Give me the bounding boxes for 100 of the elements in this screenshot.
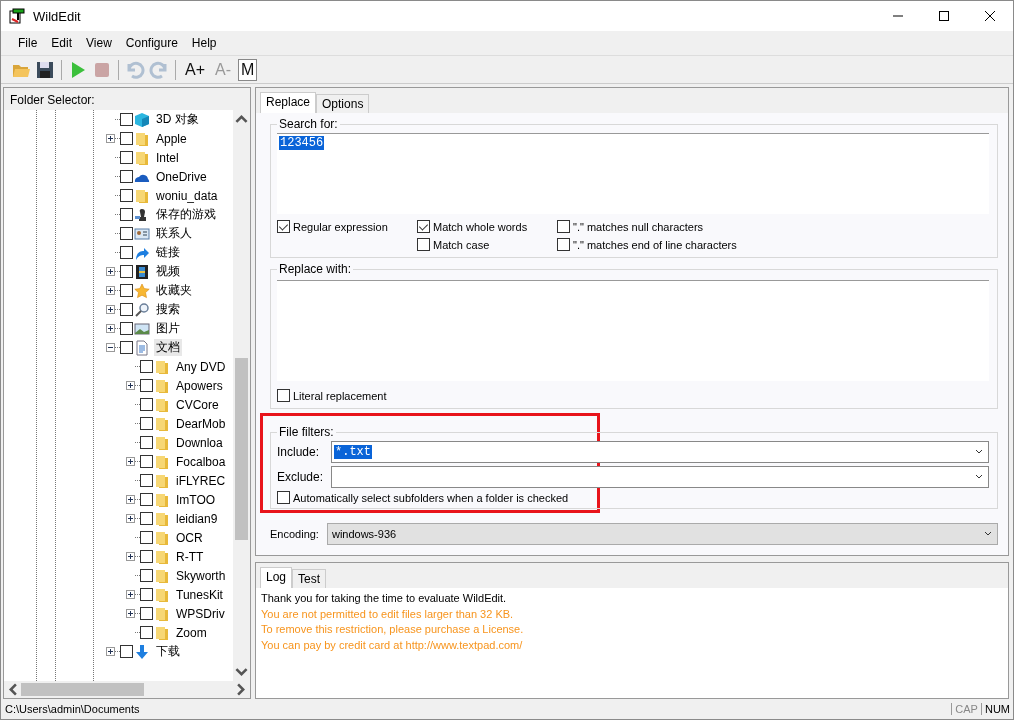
tree-item[interactable]: Skyworth: [174, 568, 228, 583]
tree-item[interactable]: 图片: [154, 320, 182, 337]
checkbox[interactable]: [120, 151, 133, 164]
tree-item[interactable]: 搜索: [154, 301, 182, 318]
expand-icon[interactable]: [126, 514, 135, 523]
tree-item[interactable]: 收藏夹: [154, 282, 194, 299]
expand-icon[interactable]: [126, 590, 135, 599]
tree-item[interactable]: DearMob: [174, 416, 228, 431]
expand-icon[interactable]: [126, 609, 135, 618]
menu-item[interactable]: Configure: [118, 36, 185, 50]
scrollbar-thumb[interactable]: [21, 683, 144, 696]
checkbox[interactable]: [140, 436, 153, 449]
expand-icon[interactable]: [106, 647, 115, 656]
menu-item[interactable]: Edit: [44, 36, 80, 50]
tree-item[interactable]: 保存的游戏: [154, 206, 218, 223]
tree-item[interactable]: 3D 对象: [154, 111, 201, 128]
tree-item[interactable]: R-TT: [174, 549, 206, 564]
checkbox[interactable]: [120, 113, 133, 126]
tree-item[interactable]: woniu_data: [154, 188, 220, 203]
maximize-icon[interactable]: [939, 11, 949, 21]
expand-icon[interactable]: [106, 305, 115, 314]
checkbox[interactable]: [120, 208, 133, 221]
checkbox[interactable]: [120, 322, 133, 335]
toolbar-button[interactable]: A+: [182, 58, 208, 81]
option-label: Automatically select subfolders when a folder is checked: [293, 491, 569, 504]
tree-item[interactable]: Downloa: [174, 435, 225, 450]
menu-item[interactable]: View: [79, 36, 119, 50]
checkbox[interactable]: [277, 389, 290, 402]
tree-item[interactable]: ImTOO: [174, 492, 218, 507]
checkbox[interactable]: [140, 417, 153, 430]
tree-item[interactable]: Focalboa: [174, 454, 228, 469]
tree-item[interactable]: iFLYREC: [174, 473, 228, 488]
checkbox[interactable]: [140, 569, 153, 582]
expand-icon[interactable]: [126, 457, 135, 466]
replace-field[interactable]: [277, 280, 989, 381]
tree-item[interactable]: OneDrive: [154, 169, 209, 184]
tab[interactable]: Log: [260, 567, 293, 588]
include-combo[interactable]: *.txt: [331, 441, 989, 463]
tree-item[interactable]: Apowers: [174, 378, 225, 393]
close-icon[interactable]: [985, 11, 995, 21]
expand-icon[interactable]: [106, 134, 115, 143]
checkbox[interactable]: [120, 132, 133, 145]
checkbox[interactable]: [277, 491, 290, 504]
checkbox[interactable]: [277, 220, 290, 233]
tree-item[interactable]: 链接: [154, 244, 182, 261]
checkbox[interactable]: [120, 170, 133, 183]
checkbox[interactable]: [140, 379, 153, 392]
checkbox[interactable]: [120, 246, 133, 259]
tree-item[interactable]: Intel: [154, 150, 181, 165]
checkbox[interactable]: [417, 238, 430, 251]
checkbox[interactable]: [140, 588, 153, 601]
tree-item[interactable]: WPSDriv: [174, 606, 227, 621]
checkbox[interactable]: [120, 265, 133, 278]
expand-icon[interactable]: [126, 381, 135, 390]
tab[interactable]: Options: [316, 94, 370, 113]
tree-item[interactable]: 下载: [154, 643, 182, 660]
menu-item[interactable]: File: [11, 36, 45, 50]
checkbox[interactable]: [120, 341, 133, 354]
checkbox[interactable]: [120, 189, 133, 202]
expand-icon[interactable]: [106, 324, 115, 333]
checkbox[interactable]: [140, 474, 153, 487]
scrollbar-thumb[interactable]: [235, 357, 248, 541]
expand-icon[interactable]: [126, 495, 135, 504]
checkbox[interactable]: [140, 607, 153, 620]
checkbox[interactable]: [140, 626, 153, 639]
checkbox[interactable]: [120, 645, 133, 658]
save-icon[interactable]: [35, 59, 55, 80]
tree-item[interactable]: 视频: [154, 263, 182, 280]
tree-item[interactable]: 联系人: [154, 225, 194, 242]
toolbar-button[interactable]: M: [238, 58, 258, 81]
checkbox[interactable]: [120, 284, 133, 297]
search-field[interactable]: 123456: [277, 133, 989, 214]
expand-icon[interactable]: [106, 286, 115, 295]
checkbox[interactable]: [140, 455, 153, 468]
checkbox[interactable]: [140, 531, 153, 544]
tree-item[interactable]: Apple: [154, 131, 189, 146]
expand-icon[interactable]: [126, 552, 135, 561]
checkbox[interactable]: [417, 220, 430, 233]
tree-item[interactable]: leidian9: [174, 511, 220, 526]
checkbox[interactable]: [140, 550, 153, 563]
checkbox[interactable]: [557, 238, 570, 251]
collapse-icon[interactable]: [106, 343, 115, 352]
tree-item[interactable]: Zoom: [174, 625, 209, 640]
menu-item[interactable]: Help: [184, 36, 224, 50]
tree-item[interactable]: TunesKit: [174, 587, 225, 602]
checkbox[interactable]: [120, 227, 133, 240]
checkbox[interactable]: [140, 512, 153, 525]
tab[interactable]: Test: [292, 569, 327, 588]
tree-item[interactable]: 文档: [154, 339, 182, 356]
checkbox[interactable]: [140, 398, 153, 411]
checkbox[interactable]: [120, 303, 133, 316]
checkbox[interactable]: [140, 493, 153, 506]
tree-item[interactable]: CVCore: [174, 397, 221, 412]
encoding-dropdown[interactable]: windows-936: [326, 523, 998, 545]
tab[interactable]: Replace: [260, 92, 317, 113]
tree-item[interactable]: Any DVD: [174, 359, 228, 374]
checkbox[interactable]: [557, 220, 570, 233]
expand-icon[interactable]: [106, 267, 115, 276]
checkbox[interactable]: [140, 360, 153, 373]
tree-item[interactable]: OCR: [174, 530, 205, 545]
